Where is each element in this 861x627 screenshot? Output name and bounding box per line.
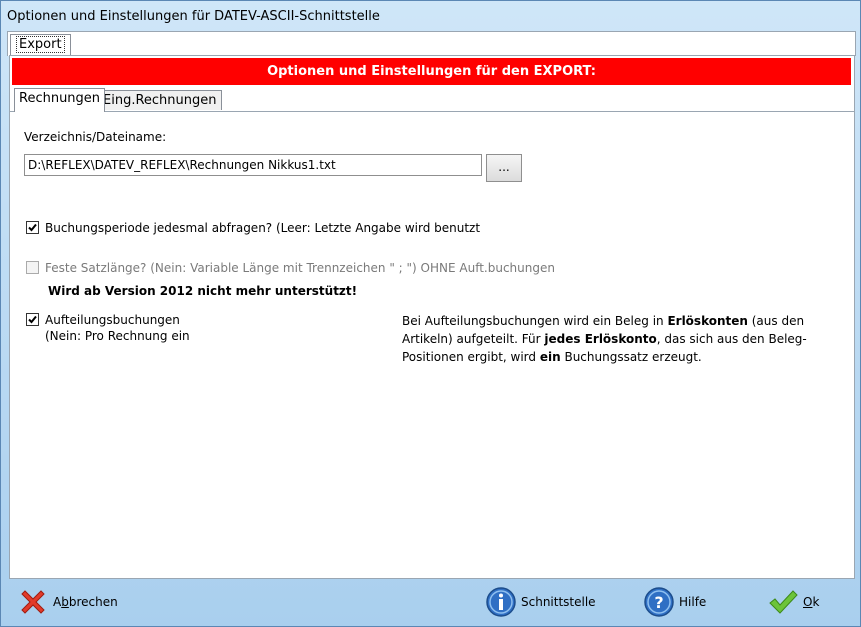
svg-text:?: ? <box>654 593 663 612</box>
banner: Optionen und Einstellungen für den EXPOR… <box>12 58 851 85</box>
window-title: Optionen und Einstellungen für DATEV-ASC… <box>7 9 380 24</box>
interface-label: Schnittstelle <box>521 595 596 609</box>
cb-buchungsperiode-row: Buchungsperiode jedesmal abfragen? (Leer… <box>26 220 480 236</box>
checkmark-icon <box>28 315 37 324</box>
tab-export-label: Export <box>16 36 65 53</box>
cb-buchungsperiode[interactable] <box>26 221 39 234</box>
dir-input[interactable] <box>24 154 482 176</box>
green-check-icon <box>769 590 798 614</box>
interface-button[interactable]: Schnittstelle <box>485 584 596 620</box>
help-icon: ? <box>644 587 674 617</box>
ok-button[interactable]: Ok <box>767 584 819 620</box>
cb-buchungsperiode-label: Buchungsperiode jedesmal abfragen? (Leer… <box>45 221 481 235</box>
help-label: Hilfe <box>679 595 707 609</box>
inner-tabstrip: Rechnungen Eing.Rechnungen <box>10 88 854 112</box>
checkmark-icon <box>28 223 37 232</box>
help-button[interactable]: ? Hilfe <box>643 584 706 620</box>
export-panel: Optionen und Einstellungen für den EXPOR… <box>9 55 855 579</box>
red-x-icon <box>21 590 45 614</box>
info-bold-3: ein <box>539 350 561 364</box>
button-bar: Abbrechen Schnittstelle ? Hilfe Ok <box>7 581 854 623</box>
cb-aufteilung-row: Aufteilungsbuchungen (Nein: Pro Rechnung… <box>26 312 190 344</box>
outer-tabstrip: Export <box>7 31 856 56</box>
deprecation-warning: Wird ab Version 2012 nicht mehr unterstü… <box>48 284 358 298</box>
tab-eing-rechnungen[interactable]: Eing.Rechnungen <box>98 90 222 110</box>
tab-rechnungen[interactable]: Rechnungen <box>14 88 106 112</box>
dialog-window: Optionen und Einstellungen für DATEV-ASC… <box>0 0 861 627</box>
info-text-1: Bei Aufteilungsbuchungen wird ein Beleg … <box>402 314 668 328</box>
tab-export[interactable]: Export <box>10 34 71 55</box>
info-icon <box>486 587 516 617</box>
dir-label: Verzeichnis/Dateiname: <box>24 130 167 144</box>
cb-satzlaenge[interactable] <box>26 261 39 274</box>
cb-satzlaenge-label: Feste Satzlänge? (Nein: Variable Länge m… <box>45 261 555 275</box>
cb-aufteilung[interactable] <box>26 313 39 326</box>
info-text-4: Buchungssatz erzeugt. <box>560 350 702 364</box>
ok-label: Ok <box>803 595 820 609</box>
cb-satzlaenge-row: Feste Satzlänge? (Nein: Variable Länge m… <box>26 260 555 276</box>
info-bold-1: Erlöskonten <box>667 314 748 328</box>
cb-aufteilung-line1: Aufteilungsbuchungen <box>45 313 180 327</box>
browse-button[interactable]: ... <box>486 154 522 182</box>
tab-content: Verzeichnis/Dateiname: ... Buchungsperio… <box>10 112 854 578</box>
cb-aufteilung-line2: (Nein: Pro Rechnung ein <box>45 329 190 343</box>
cancel-label: Abbrechen <box>53 595 118 609</box>
cancel-button[interactable]: Abbrechen <box>17 584 118 620</box>
info-bold-2: jedes Erlöskonto <box>544 332 657 346</box>
aufteilung-info: Bei Aufteilungsbuchungen wird ein Beleg … <box>402 312 842 366</box>
cb-aufteilung-label: Aufteilungsbuchungen (Nein: Pro Rechnung… <box>45 312 190 344</box>
